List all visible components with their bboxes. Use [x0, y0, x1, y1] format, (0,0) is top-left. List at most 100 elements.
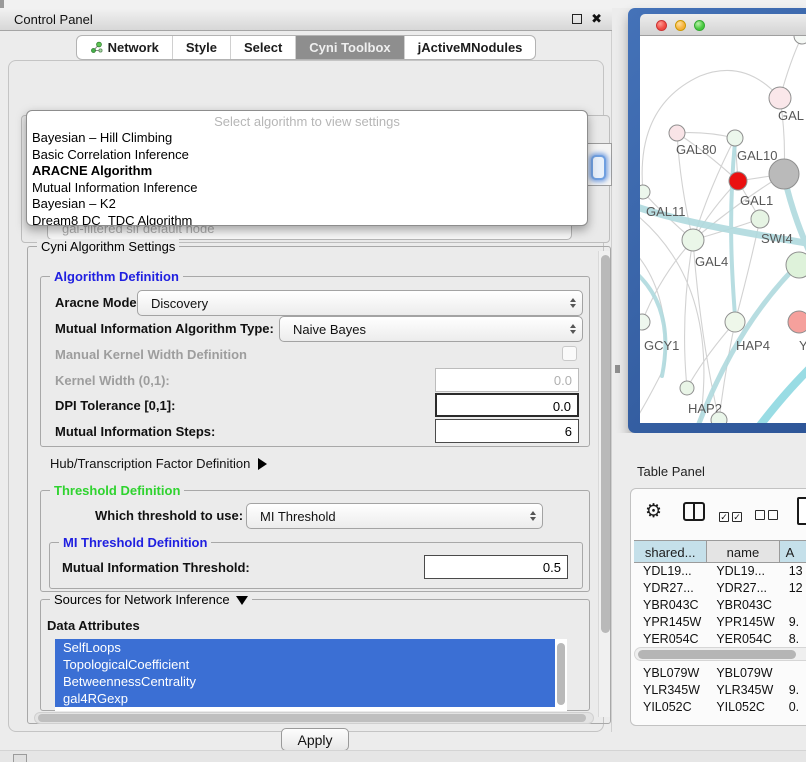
mi-steps-field[interactable]: 6	[435, 419, 579, 443]
network-node[interactable]	[788, 311, 806, 333]
attribute-item-selected[interactable]: gal4RGexp	[55, 690, 555, 707]
table-row[interactable]: YIL052C YIL052C 0.	[634, 699, 806, 716]
settings-hscrollbar-track[interactable]	[34, 712, 594, 724]
stepper-arrows-icon	[524, 511, 542, 521]
mi-type-combo[interactable]: Naive Bayes	[279, 316, 583, 342]
settings-hscrollbar-thumb[interactable]	[38, 714, 586, 722]
float-window-icon[interactable]	[572, 14, 582, 24]
algorithm-dropdown-item[interactable]: Dream8 DC_TDC Algorithm	[27, 213, 587, 227]
data-attributes-list[interactable]: SelfLoops TopologicalCoefficient Between…	[55, 639, 567, 711]
tab-style[interactable]: Style	[173, 36, 231, 59]
table-row[interactable]: YDL19... YDL19... 13	[634, 563, 806, 580]
network-node-label: Y	[799, 338, 806, 353]
tab-select[interactable]: Select	[231, 36, 296, 59]
network-node[interactable]	[640, 185, 650, 199]
tab-jactivemnodules-label: jActiveMNodules	[418, 40, 523, 55]
algorithm-dropdown-item[interactable]: ARACNE Algorithm	[27, 163, 587, 180]
split-columns-icon[interactable]	[683, 502, 705, 521]
deselect-all-columns-icon[interactable]	[755, 507, 781, 525]
expand-right-icon[interactable]	[258, 458, 267, 470]
algorithm-definition-group: Algorithm Definition Aracne Mode: Discov…	[40, 276, 590, 447]
table-row[interactable]: YDR27... YDR27... 12	[634, 580, 806, 597]
network-node[interactable]	[711, 412, 727, 423]
select-all-columns-icon[interactable]: ✓✓	[719, 507, 745, 525]
aracne-mode-combo[interactable]: Discovery	[137, 290, 583, 316]
mi-threshold-group-title: MI Threshold Definition	[59, 535, 211, 550]
table-row[interactable]: YLR345W YLR345W 9.	[634, 682, 806, 699]
network-node[interactable]	[769, 87, 791, 109]
table-hscrollbar-thumb[interactable]	[638, 650, 796, 659]
tab-select-label: Select	[244, 40, 282, 55]
table-row[interactable]: YBR043C YBR043C	[634, 597, 806, 614]
collapse-down-icon[interactable]	[236, 596, 248, 605]
close-icon[interactable]: ✖	[591, 11, 602, 27]
aracne-mode-value: Discovery	[138, 296, 564, 311]
network-node-label: GAL4	[695, 254, 728, 269]
column-header-partial[interactable]: A	[780, 541, 806, 562]
network-node[interactable]	[640, 314, 650, 330]
splitter-handle[interactable]	[615, 365, 620, 373]
tab-cyni-toolbox[interactable]: Cyni Toolbox	[296, 36, 404, 59]
hub-definition-row[interactable]: Hub/Transcription Factor Definition	[50, 456, 267, 471]
which-threshold-combo[interactable]: MI Threshold	[246, 503, 543, 529]
network-icon	[90, 41, 103, 54]
algorithm-dropdown-item[interactable]: Bayesian – Hill Climbing	[27, 130, 587, 147]
tab-jactivemnodules[interactable]: jActiveMNodules	[405, 36, 536, 59]
algorithm-dropdown-item[interactable]: Bayesian – K2	[27, 196, 587, 213]
bottom-strip	[0, 750, 806, 762]
apply-button[interactable]: Apply	[281, 728, 349, 751]
algorithm-dropdown-list[interactable]: Select algorithm to view settings Bayesi…	[26, 110, 588, 226]
dpi-tolerance-label: DPI Tolerance [0,1]:	[55, 398, 175, 413]
node-table: shared... name A YDL19... YDL19... 13	[634, 540, 806, 716]
network-node[interactable]	[769, 159, 799, 189]
gear-icon[interactable]: ⚙	[645, 500, 662, 523]
tab-network[interactable]: Network	[77, 36, 173, 59]
document-icon[interactable]	[797, 497, 806, 525]
network-node[interactable]	[794, 36, 806, 44]
algorithm-dropdown-item[interactable]: Mutual Information Inference	[27, 180, 587, 197]
table-hscrollbar-track[interactable]	[634, 647, 806, 661]
mi-type-label: Mutual Information Algorithm Type:	[55, 321, 274, 336]
control-panel-window: Control Panel ✖ Network Style	[0, 8, 612, 732]
table-header-row: shared... name A	[634, 540, 806, 563]
hub-definition-label: Hub/Transcription Factor Definition	[50, 456, 250, 471]
network-node[interactable]	[680, 381, 694, 395]
column-header-shared-name[interactable]: shared...	[634, 541, 707, 562]
minimize-traffic-icon[interactable]	[675, 20, 686, 31]
sources-group-title: Sources for Network Inference	[50, 592, 252, 607]
network-node-label: GCY1	[644, 338, 679, 353]
network-node[interactable]	[725, 312, 745, 332]
attribute-item-selected[interactable]: SelfLoops	[55, 639, 555, 656]
partial-combo-fragment[interactable]	[584, 143, 612, 186]
network-node[interactable]	[751, 210, 769, 228]
close-traffic-icon[interactable]	[656, 20, 667, 31]
combo-focus-button[interactable]	[591, 155, 606, 180]
table-row[interactable]: YPR145W YPR145W 9.	[634, 614, 806, 631]
kernel-width-field[interactable]: 0.0	[435, 368, 579, 392]
table-panel-region: Table Panel ⚙ ✓✓ shared... name A	[613, 433, 806, 762]
threshold-definition-title: Threshold Definition	[50, 483, 184, 498]
network-node-label: GAL10	[737, 148, 777, 163]
network-node-label: GAL80	[676, 142, 716, 157]
network-node[interactable]	[729, 172, 747, 190]
settings-scrollbar-thumb[interactable]	[601, 255, 610, 633]
attribute-item-selected[interactable]: TopologicalCoefficient	[55, 656, 555, 673]
column-header-name[interactable]: name	[707, 541, 779, 562]
network-node[interactable]	[682, 229, 704, 251]
bottom-left-button[interactable]	[13, 754, 27, 762]
network-window-titlebar[interactable]	[640, 14, 806, 36]
network-canvas[interactable]: GALGAL80GAL10GAL11GAL1SWI4GAL4GCY1HAP4YH…	[640, 36, 806, 423]
attribute-item-selected[interactable]: BetweennessCentrality	[55, 673, 555, 690]
mi-threshold-field[interactable]: 0.5	[424, 555, 568, 579]
network-node[interactable]	[669, 125, 685, 141]
dpi-tolerance-field[interactable]: 0.0	[435, 393, 579, 417]
network-node[interactable]	[727, 130, 743, 146]
settings-scrollbar-track[interactable]	[598, 251, 610, 717]
attr-rows: SelfLoops TopologicalCoefficient Between…	[55, 639, 567, 707]
table-row[interactable]: YER054C YER054C 8.	[634, 631, 806, 648]
table-row[interactable]: YBL079W YBL079W	[634, 665, 806, 682]
attr-list-scrollbar-thumb[interactable]	[557, 643, 565, 705]
zoom-traffic-icon[interactable]	[694, 20, 705, 31]
manual-kernel-checkbox[interactable]	[562, 346, 577, 361]
algorithm-dropdown-item[interactable]: Basic Correlation Inference	[27, 147, 587, 164]
